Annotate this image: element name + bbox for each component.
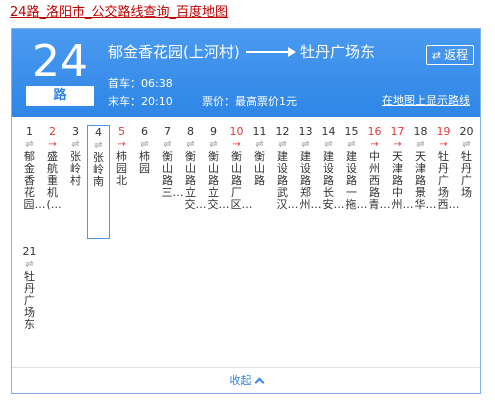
stop-name: 柿园 [139,150,150,175]
first-bus-time: 首车：06:38 [108,77,173,90]
stop-number: 3 [72,125,79,138]
stop-name: 衡山路三… [161,150,184,199]
stop-item[interactable]: 14 ⇌ 建设路长安… [317,125,345,211]
stop-item[interactable]: 4 ⇌ 张岭南 [87,125,110,239]
route-number: 24 [32,36,88,87]
stop-name: 牡丹广场东 [24,270,35,331]
collapse-button[interactable]: 收起 [229,374,264,388]
stop-item[interactable]: 20 ⇌ 牡丹广场 [455,125,478,199]
stop-number: 13 [298,125,313,138]
show-route-on-map-link[interactable]: 在地图上显示路线 [382,94,470,108]
stop-name: 建设路一拖… [345,150,368,211]
swap-icon: ⇄ [431,48,442,62]
stop-name: 建设路郑州… [299,150,322,211]
stop-number: 10 [229,125,244,138]
stop-name: 衡山路 [254,150,265,187]
last-bus-time: 末车：20:10 [108,95,173,108]
route-unit-label: 路 [26,86,94,106]
stop-name: 张岭村 [70,150,81,187]
stop-item[interactable]: 15 ⇌ 建设路一拖… [340,125,368,211]
stop-name: 衡山路立交… [207,150,230,211]
stop-item[interactable]: 13 ⇌ 建设路郑州… [294,125,322,211]
stop-name: 牡丹广场西… [437,150,460,211]
stop-number: 4 [95,126,102,139]
stop-item[interactable]: 21 ⇌ 牡丹广场东 [18,245,41,331]
stop-item[interactable]: 8 ⇌ 衡山路立交… [179,125,207,211]
stop-item[interactable]: 6 ⇌ 柿园 [133,125,156,175]
stop-name: 衡山路立交… [184,150,207,211]
stop-number: 11 [252,125,267,138]
stop-item[interactable]: 19 → 牡丹广场西… [432,125,460,211]
stop-name: 盛航重机(… [46,150,62,211]
fare-info: 票价：最高票价1元 [202,95,297,108]
stop-item[interactable]: 1 ⇌ 郁金香花园… [18,125,46,211]
stop-number: 9 [210,125,217,138]
stop-number: 19 [436,125,451,138]
direction-arrow-icon [246,47,296,57]
stop-name: 天津路景华… [414,150,437,211]
stop-number: 7 [164,125,171,138]
stop-number: 21 [22,245,37,258]
stop-item[interactable]: 9 ⇌ 衡山路立交… [202,125,230,211]
stop-name: 张岭南 [93,151,104,188]
stop-item[interactable]: 17 → 天津路中州… [386,125,414,211]
collapse-label: 收起 [229,374,252,387]
route-destination: 牡丹广场东 [300,43,376,61]
stop-item[interactable]: 12 ⇌ 建设路武汉… [271,125,299,211]
chevron-up-icon [254,377,264,388]
stop-number: 1 [26,125,33,138]
stop-item[interactable]: 3 ⇌ 张岭村 [64,125,87,187]
stop-name: 天津路中州… [391,150,414,211]
stop-number: 12 [275,125,290,138]
return-trip-label: 返程 [444,48,469,62]
stop-name: 中州西路青… [368,150,391,211]
stop-item[interactable]: 5 → 柿园北 [110,125,133,187]
stop-name: 柿园北 [116,150,127,187]
route-origin: 郁金香花园(上河村) [108,43,240,61]
stop-item[interactable]: 2 → 盛航重机(… [41,125,64,211]
stop-name: 建设路长安… [322,150,345,211]
page-title-link[interactable]: 24路_洛阳市_公交路线查询_百度地图 [10,4,228,22]
route-header: 24 路 郁金香花园(上河村) 牡丹广场东 ⇄ 返程 首车：06:38 末车：2… [12,29,480,117]
stop-name: 建设路武汉… [276,150,299,211]
route-card: 24 路 郁金香花园(上河村) 牡丹广场东 ⇄ 返程 首车：06:38 末车：2… [11,28,481,394]
stop-number: 2 [49,125,56,138]
stop-number: 8 [187,125,194,138]
stop-number: 18 [413,125,428,138]
stop-item[interactable]: 7 ⇌ 衡山路三… [156,125,184,199]
stop-name: 衡山路厂区… [230,150,253,211]
stop-item[interactable]: 10 → 衡山路厂区… [225,125,253,211]
stop-item[interactable]: 16 → 中州西路青… [363,125,391,211]
stop-number: 14 [321,125,336,138]
stop-number: 16 [367,125,382,138]
stop-number: 17 [390,125,405,138]
stop-item[interactable]: 18 ⇌ 天津路景华… [409,125,437,211]
stop-number: 6 [141,125,148,138]
card-footer: 收起 [12,367,480,393]
stop-number: 20 [459,125,474,138]
stop-name: 牡丹广场 [461,150,472,199]
stop-item[interactable]: 11 ⇌ 衡山路 [248,125,271,187]
stop-number: 5 [118,125,125,138]
stop-number: 15 [344,125,359,138]
stop-name: 郁金香花园… [23,150,46,211]
return-trip-button[interactable]: ⇄ 返程 [426,45,474,65]
